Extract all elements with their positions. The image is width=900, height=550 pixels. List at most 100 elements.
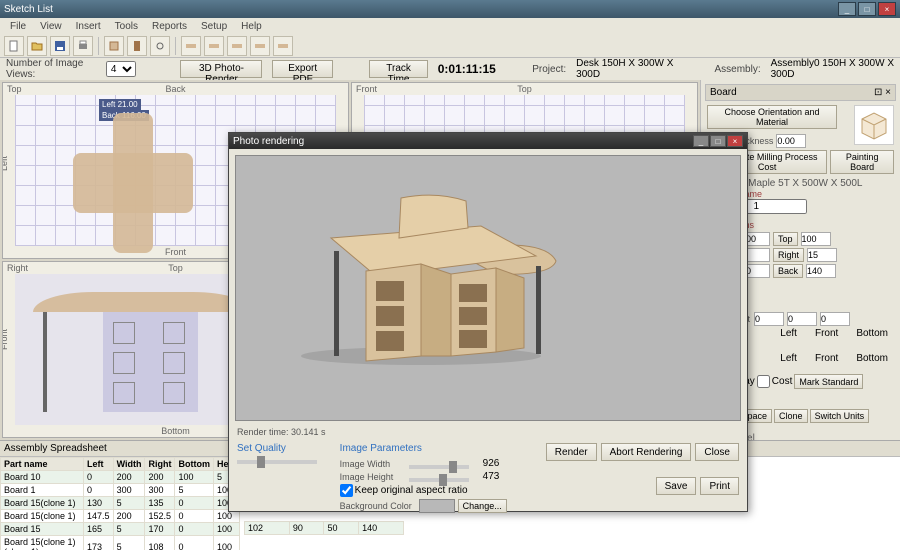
viewport-side-label: Left <box>2 155 9 170</box>
menu-view[interactable]: View <box>34 20 68 33</box>
photo-rendering-dialog: Photo rendering _ □ × <box>228 132 748 512</box>
mark-standard-button[interactable]: Mark Standard <box>794 374 863 389</box>
table-row[interactable]: Board 15(clone 1)13051350100 <box>1 497 240 510</box>
bg-color-swatch <box>419 499 455 513</box>
clone-button[interactable]: Clone <box>774 409 808 423</box>
spreadsheet-table[interactable]: Part nameLeftWidthRightBottomHe... Board… <box>0 457 240 550</box>
window-titlebar: Sketch List _ □ × <box>0 0 900 18</box>
table-row[interactable]: Board 15(clone 1)147.5200152.50100 <box>1 510 240 523</box>
cost-checkbox[interactable] <box>757 375 770 388</box>
render-time-text: Render time: 30.141 s <box>229 427 747 437</box>
table-row[interactable]: Board 1002002001005 <box>1 471 240 484</box>
menu-help[interactable]: Help <box>235 20 268 33</box>
menu-setup[interactable]: Setup <box>195 20 233 33</box>
switch-units-button[interactable]: Switch Units <box>810 409 870 423</box>
right-button[interactable]: Right <box>773 248 804 262</box>
dialog-close-icon[interactable]: × <box>727 135 743 147</box>
save-render-button[interactable]: Save <box>656 477 697 495</box>
col-front: Front <box>815 328 838 339</box>
joint4-icon[interactable] <box>250 36 270 56</box>
quality-label: Set Quality <box>237 443 326 454</box>
joint3-icon[interactable] <box>227 36 247 56</box>
table-row[interactable]: Board 15(clone 1)(clone 1)17351080100 <box>1 536 240 550</box>
joint5-icon[interactable] <box>273 36 293 56</box>
pivot-z-input[interactable] <box>820 312 850 326</box>
quality-slider[interactable] <box>237 460 317 464</box>
photo-render-button[interactable]: 3D Photo-Render <box>180 60 262 78</box>
bg-color-label: Background Color <box>340 501 416 511</box>
milled-thickness-input[interactable] <box>776 134 806 148</box>
viewport-bottom-label: Bottom <box>161 426 190 436</box>
export-pdf-button[interactable]: Export PDF <box>272 60 333 78</box>
menu-insert[interactable]: Insert <box>70 20 107 33</box>
image-height-slider[interactable] <box>409 478 469 482</box>
right-input[interactable] <box>807 248 837 262</box>
back-input[interactable] <box>806 264 836 278</box>
save-icon[interactable] <box>50 36 70 56</box>
pivot-x-input[interactable] <box>754 312 784 326</box>
joint1-icon[interactable] <box>181 36 201 56</box>
image-width-value: 926 <box>483 458 500 469</box>
menu-tools[interactable]: Tools <box>109 20 144 33</box>
menu-file[interactable]: File <box>4 20 32 33</box>
table-row[interactable]: Board 1516551700100 <box>1 523 240 536</box>
track-time-button[interactable]: Track Time <box>369 60 427 78</box>
close-icon[interactable]: × <box>878 2 896 16</box>
abort-rendering-button[interactable]: Abort Rendering <box>601 443 692 461</box>
info-bar: Number of Image Views: 4 3D Photo-Render… <box>0 58 900 80</box>
table-header[interactable]: Part name <box>1 458 84 471</box>
orientation-cube-icon[interactable] <box>854 105 894 145</box>
hardware-icon[interactable] <box>150 36 170 56</box>
keep-ratio-label: Keep original aspect ratio <box>355 485 468 496</box>
dialog-minimize-icon[interactable]: _ <box>693 135 709 147</box>
dim-tag: Left 21.00 <box>99 99 141 110</box>
render-button[interactable]: Render <box>546 443 597 461</box>
painting-board-button[interactable]: Painting Board <box>830 150 894 174</box>
image-params-label: Image Parameters <box>340 443 532 454</box>
open-icon[interactable] <box>27 36 47 56</box>
timer-value: 0:01:11:15 <box>438 62 496 76</box>
project-label: Project: <box>532 64 566 75</box>
table-header[interactable]: Left <box>84 458 114 471</box>
table-header[interactable]: Width <box>113 458 145 471</box>
top-button[interactable]: Top <box>773 232 798 246</box>
joint2-icon[interactable] <box>204 36 224 56</box>
col-front2: Front <box>815 353 838 364</box>
maximize-icon[interactable]: □ <box>858 2 876 16</box>
board-icon[interactable] <box>104 36 124 56</box>
assembly-label: Assembly: <box>714 64 760 75</box>
num-views-label: Number of Image Views: <box>6 58 96 80</box>
col-left2: Left <box>780 353 797 364</box>
new-icon[interactable] <box>4 36 24 56</box>
image-width-slider[interactable] <box>409 465 469 469</box>
table-row[interactable]: Board 103003005100 <box>1 484 240 497</box>
viewport-bottom-label: Front <box>165 247 186 257</box>
keep-ratio-checkbox[interactable] <box>340 484 353 497</box>
choose-orientation-button[interactable]: Choose Orientation and Material <box>707 105 837 129</box>
pivot-y-input[interactable] <box>787 312 817 326</box>
back-button[interactable]: Back <box>773 264 803 278</box>
print-render-button[interactable]: Print <box>700 477 739 495</box>
viewport-side-label: Front <box>2 328 9 349</box>
col-bottom2: Bottom <box>856 353 888 364</box>
door-icon[interactable] <box>127 36 147 56</box>
image-width-label: Image Width <box>340 459 406 469</box>
viewport-name: Right <box>7 263 28 273</box>
image-height-label: Image Height <box>340 472 406 482</box>
panel-close-icon[interactable]: ⊡ × <box>874 87 891 98</box>
col-left: Left <box>780 328 797 339</box>
dialog-maximize-icon[interactable]: □ <box>710 135 726 147</box>
menu-reports[interactable]: Reports <box>146 20 193 33</box>
menu-bar: File View Insert Tools Reports Setup Hel… <box>0 18 900 34</box>
minimize-icon[interactable]: _ <box>838 2 856 16</box>
change-bg-button[interactable]: Change... <box>458 499 507 513</box>
table-header[interactable]: Bottom <box>175 458 214 471</box>
viewport-top-label: Top <box>517 84 532 94</box>
render-preview <box>235 155 741 421</box>
close-dialog-button[interactable]: Close <box>695 443 739 461</box>
table-header[interactable]: Right <box>145 458 175 471</box>
print-icon[interactable] <box>73 36 93 56</box>
top-input[interactable] <box>801 232 831 246</box>
viewport-top-label: Back <box>165 84 185 94</box>
num-views-select[interactable]: 4 <box>106 61 136 77</box>
